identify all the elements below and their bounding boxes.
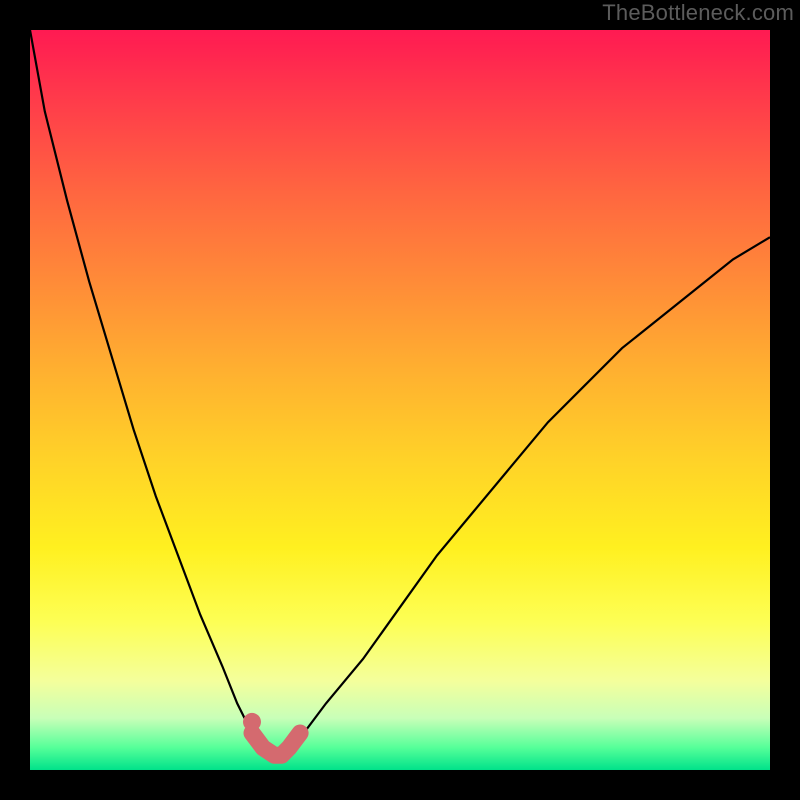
curve-svg — [30, 30, 770, 770]
bottleneck-curve — [30, 30, 770, 755]
plot-area — [30, 30, 770, 770]
watermark-text: TheBottleneck.com — [602, 0, 794, 26]
optimal-zone-dot — [243, 713, 261, 731]
chart-frame: TheBottleneck.com — [0, 0, 800, 800]
optimal-zone-segment — [252, 733, 300, 755]
